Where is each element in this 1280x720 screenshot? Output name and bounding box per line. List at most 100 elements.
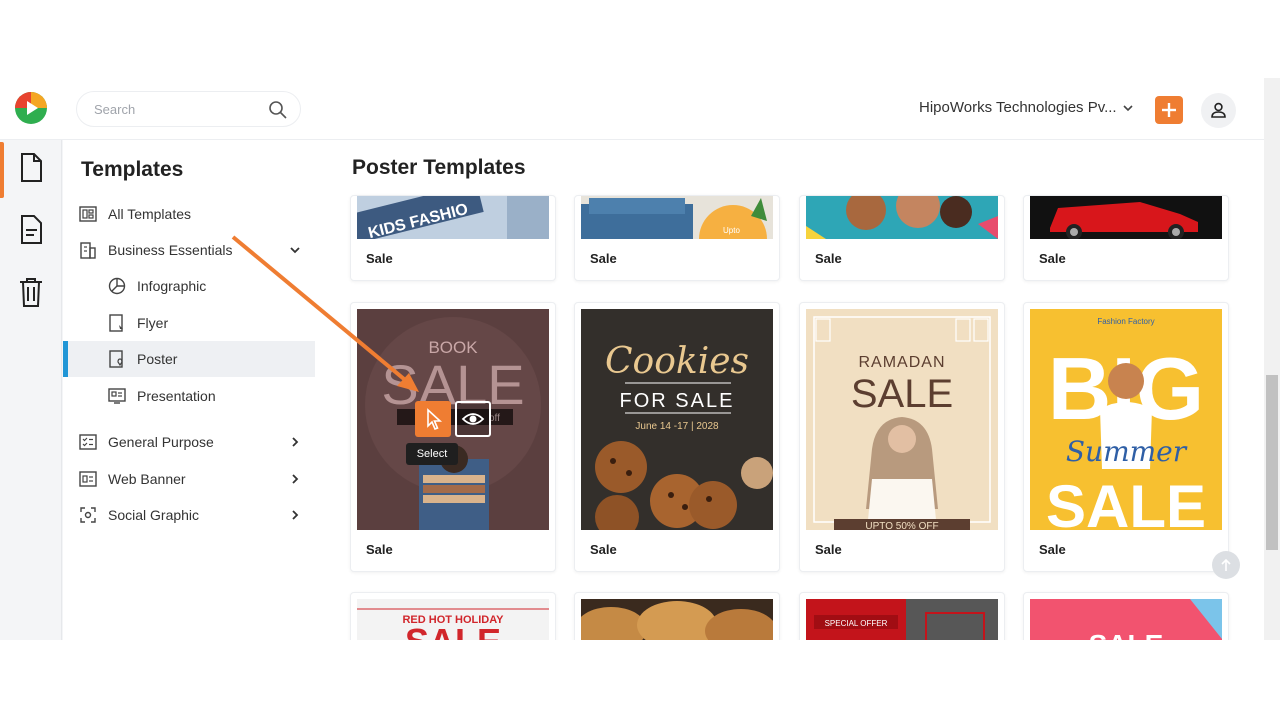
template-card-red-hot-holiday[interactable]: RED HOT HOLIDAY SALE	[350, 592, 556, 640]
select-tooltip: Select	[406, 443, 458, 465]
sidebar-item-all-templates[interactable]: All Templates	[63, 196, 315, 232]
poster-text-sale: SALE	[381, 353, 524, 416]
eye-icon	[461, 413, 485, 425]
sidebar-item-label: All Templates	[108, 206, 192, 222]
cursor-icon	[427, 408, 443, 431]
poster-text-upto: Upto	[723, 226, 740, 235]
sidebar-item-social-graphic[interactable]: Social Graphic	[63, 497, 315, 533]
checklist-icon	[79, 434, 97, 450]
file-text-icon	[21, 215, 42, 244]
building-icon	[80, 242, 96, 259]
vertical-scrollbar[interactable]	[1264, 78, 1280, 640]
poster-text-for-sale: FOR SALE	[620, 390, 735, 412]
sidebar-item-label: Presentation	[137, 388, 216, 404]
rail-trash[interactable]	[0, 264, 62, 322]
templates-sidebar: Templates All Templates Business Essenti…	[63, 140, 315, 640]
summer-sale-thumbnail: Fashion Factory BIG Summer SALE	[1030, 309, 1222, 530]
web-banner-icon	[79, 471, 97, 487]
sidebar-item-label: Infographic	[137, 278, 207, 294]
create-button[interactable]	[1155, 96, 1183, 124]
template-card-special-offer[interactable]: SPECIAL OFFER	[799, 592, 1005, 640]
car-thumbnail	[1030, 196, 1222, 239]
template-card-sofa[interactable]: Upto Sale	[574, 195, 780, 281]
select-template-button[interactable]	[415, 401, 451, 437]
social-share-icon	[80, 507, 96, 523]
kids-fashion-thumbnail: KIDS FASHIO	[357, 196, 549, 239]
search-icon[interactable]	[268, 100, 288, 120]
cookies-thumbnail: Cookies FOR SALE June 14 -17 | 2028	[581, 309, 773, 530]
scroll-to-top-button[interactable]	[1212, 551, 1240, 579]
template-card-kids-fashion[interactable]: KIDS FASHIO Sale	[350, 195, 556, 281]
user-icon	[1211, 102, 1226, 118]
chevron-down-icon[interactable]	[289, 244, 301, 256]
poster-icon	[109, 350, 123, 368]
pink-sale-thumbnail: SALE	[1030, 599, 1222, 640]
chevron-right-icon[interactable]	[289, 509, 301, 521]
template-card-friends[interactable]: Sale	[799, 195, 1005, 281]
poster-text-upto-off: UPTO 50% OFF	[865, 521, 938, 530]
left-rail	[0, 140, 62, 640]
template-caption: Sale	[815, 251, 842, 266]
sidebar-item-label: Poster	[137, 351, 178, 367]
red-hot-holiday-thumbnail: RED HOT HOLIDAY SALE	[357, 599, 549, 640]
chevron-down-icon[interactable]	[1122, 102, 1134, 114]
document-icon	[21, 153, 42, 182]
template-caption: Sale	[815, 542, 842, 557]
trash-icon	[20, 278, 42, 307]
rail-active-indicator	[0, 142, 4, 198]
template-caption: Sale	[590, 542, 617, 557]
template-card-summer-sale[interactable]: Fashion Factory BIG Summer SALE Sale	[1023, 302, 1229, 572]
search-box[interactable]: Search	[76, 91, 301, 127]
scrollbar-thumb[interactable]	[1266, 375, 1278, 550]
sidebar-item-flyer[interactable]: Flyer	[63, 305, 315, 341]
sidebar-item-label: Flyer	[137, 315, 169, 331]
poster-text-red-sale: SALE	[405, 621, 501, 640]
app-logo[interactable]	[14, 91, 48, 125]
chevron-right-icon[interactable]	[289, 436, 301, 448]
app-frame: Search HipoWorks Technologies Pv... Temp…	[0, 78, 1280, 640]
sidebar-item-label: Business Essentials	[108, 242, 233, 258]
user-profile-button[interactable]	[1201, 93, 1236, 128]
bread-thumbnail	[581, 599, 773, 640]
template-card-cookies[interactable]: Cookies FOR SALE June 14 -17 | 2028 Sale	[574, 302, 780, 572]
template-card-pink-sale[interactable]: SALE	[1023, 592, 1229, 640]
poster-text-summer-sale: SALE	[1046, 473, 1206, 530]
top-header: Search HipoWorks Technologies Pv...	[0, 78, 1264, 140]
template-caption: Sale	[1039, 542, 1066, 557]
sidebar-item-poster[interactable]: Poster	[63, 341, 315, 377]
chevron-right-icon[interactable]	[289, 473, 301, 485]
poster-text-ramadan: RAMADAN	[858, 354, 945, 371]
grid-layout-icon	[79, 206, 97, 222]
template-card-ramadan[interactable]: RAMADAN SALE UPTO 50% OFF Sale	[799, 302, 1005, 572]
poster-text-fashion-factory: Fashion Factory	[1097, 317, 1154, 326]
template-card-car[interactable]: Sale	[1023, 195, 1229, 281]
pie-chart-icon	[108, 277, 126, 295]
template-card-bread[interactable]	[574, 592, 780, 640]
active-indicator	[63, 341, 68, 377]
sidebar-item-business-essentials[interactable]: Business Essentials	[63, 232, 315, 268]
book-sale-thumbnail: BOOK SALE off	[357, 309, 549, 530]
flyer-icon	[109, 314, 123, 332]
poster-text-special-offer: SPECIAL OFFER	[825, 619, 888, 628]
search-placeholder: Search	[94, 102, 136, 117]
template-caption: Sale	[1039, 251, 1066, 266]
sidebar-item-label: Web Banner	[108, 471, 186, 487]
preview-template-button[interactable]	[455, 401, 491, 437]
main-content: Poster Templates KIDS FASHIO Sale Upto S…	[315, 140, 1264, 640]
template-card-book-sale[interactable]: BOOK SALE off Sale	[350, 302, 556, 572]
poster-text-date: June 14 -17 | 2028	[635, 421, 719, 432]
sidebar-item-web-banner[interactable]: Web Banner	[63, 461, 315, 497]
poster-text-cookies: Cookies	[605, 341, 749, 382]
plus-icon	[1162, 103, 1176, 117]
organization-name[interactable]: HipoWorks Technologies Pv...	[919, 99, 1117, 116]
page-title: Poster Templates	[352, 156, 526, 179]
sidebar-item-general-purpose[interactable]: General Purpose	[63, 424, 315, 460]
sidebar-item-presentation[interactable]: Presentation	[63, 378, 315, 414]
template-caption: Sale	[590, 251, 617, 266]
template-caption: Sale	[366, 542, 393, 557]
rail-my-designs[interactable]	[0, 202, 62, 260]
presentation-icon	[108, 388, 126, 404]
poster-text-ramadan-sale: SALE	[851, 372, 953, 416]
rail-templates[interactable]	[0, 140, 62, 198]
sidebar-item-infographic[interactable]: Infographic	[63, 268, 315, 304]
